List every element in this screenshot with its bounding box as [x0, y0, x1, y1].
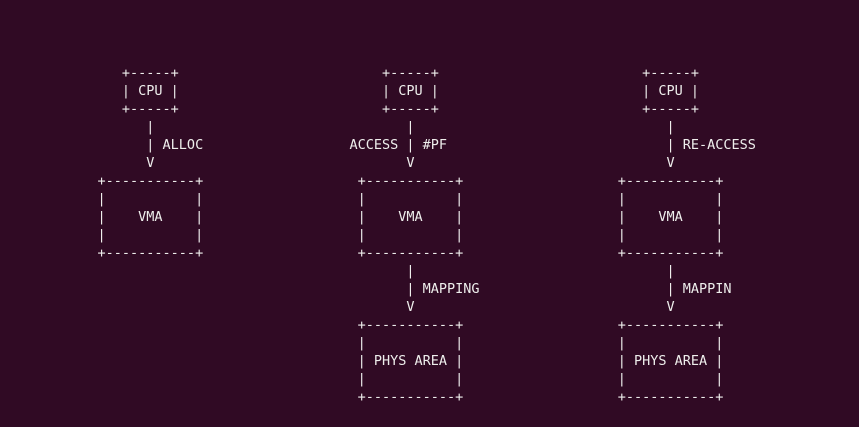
terminal-line: | | | | [0, 371, 724, 387]
terminal-line: +-----+ +-----+ +-----+ [0, 101, 699, 117]
terminal-line: +-----+ +-----+ +-----+ [0, 65, 699, 81]
terminal-line: V V V [0, 155, 675, 171]
terminal-line: +-----------+ +-----------+ +-----------… [0, 173, 724, 189]
terminal-line: | | [0, 263, 675, 279]
terminal-line: | MAPPING | MAPPIN [0, 281, 732, 297]
terminal-line: | ALLOC ACCESS | #PF | RE-ACCESS [0, 137, 756, 153]
terminal-line: | CPU | | CPU | | CPU | [0, 83, 699, 99]
terminal-line: | VMA | | VMA | | VMA | [0, 209, 724, 225]
terminal-line: +-----------+ +-----------+ [0, 389, 724, 405]
terminal-line: | PHYS AREA | | PHYS AREA | [0, 353, 724, 369]
terminal-line: +-----------+ +-----------+ [0, 317, 724, 333]
terminal-line: V V [0, 299, 675, 315]
terminal-line: | | | | | | [0, 227, 724, 243]
terminal-line: +-----------+ +-----------+ +-----------… [0, 245, 724, 261]
terminal-output: +-----+ +-----+ +-----+ | CPU | | CPU | … [0, 46, 756, 406]
terminal-line: | | | | | | [0, 191, 724, 207]
terminal-line: | | | [0, 119, 675, 135]
terminal-line: | | | | [0, 335, 724, 351]
